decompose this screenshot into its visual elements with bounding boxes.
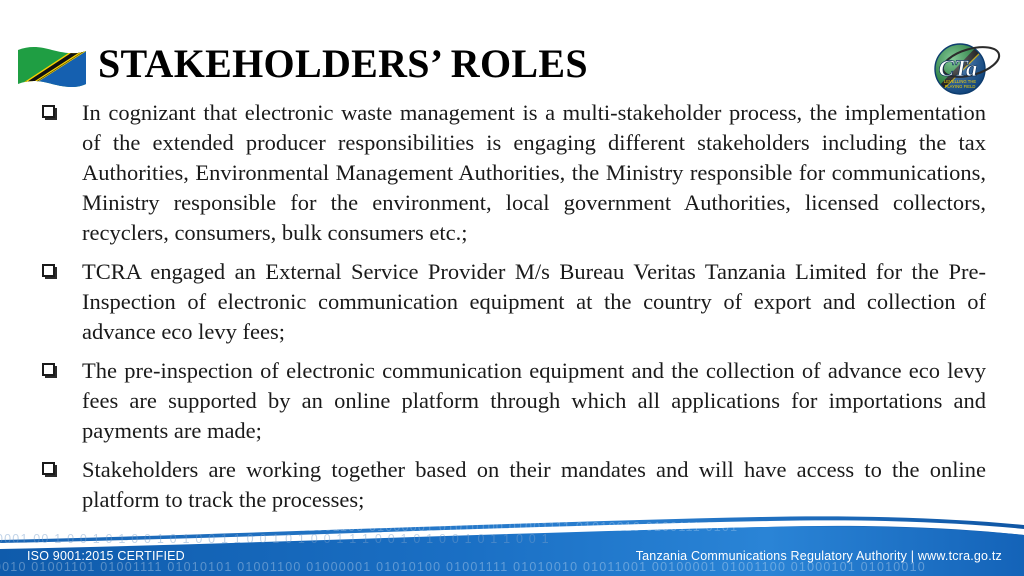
hollow-square-bullet-icon [42,98,82,120]
svg-text:PLAYING FIELD: PLAYING FIELD [945,84,976,89]
footer-wave-decoration: 0001 00 1 0 0 1 0 1 0 0 1 0 1 0 0 1 1 0 … [0,516,1024,576]
organization-footer-label: Tanzania Communications Regulatory Autho… [635,549,1002,563]
svg-text:CTa: CTa [939,56,978,81]
list-item: In cognizant that electronic waste manag… [42,98,986,248]
hollow-square-bullet-icon [42,356,82,378]
iso-certification-label: ISO 9001:2015 CERTIFIED [27,549,185,563]
list-item: TCRA engaged an External Service Provide… [42,257,986,347]
list-item: Stakeholders are working together based … [42,455,986,515]
bullet-text: In cognizant that electronic waste manag… [82,100,986,245]
tcra-globe-logo: CTa LEVELLING THE PLAYING FIELD [918,36,1010,100]
page-title: STAKEHOLDERS’ ROLES [98,41,588,86]
tanzania-flag-icon [16,44,88,92]
slide-canvas: STAKEHOLDERS’ ROLES CTa LEVELLING THE PL… [0,0,1024,576]
wave-shape [0,516,1024,576]
hollow-square-bullet-icon [42,455,82,477]
bullet-text: Stakeholders are working together based … [82,457,986,512]
bullet-text: TCRA engaged an External Service Provide… [82,259,986,344]
list-item: The pre-inspection of electronic communi… [42,356,986,446]
bullet-text: The pre-inspection of electronic communi… [82,358,986,443]
hollow-square-bullet-icon [42,257,82,279]
bullet-list: In cognizant that electronic waste manag… [42,98,986,524]
slide-header: STAKEHOLDERS’ ROLES CTa LEVELLING THE PL… [0,38,1024,98]
